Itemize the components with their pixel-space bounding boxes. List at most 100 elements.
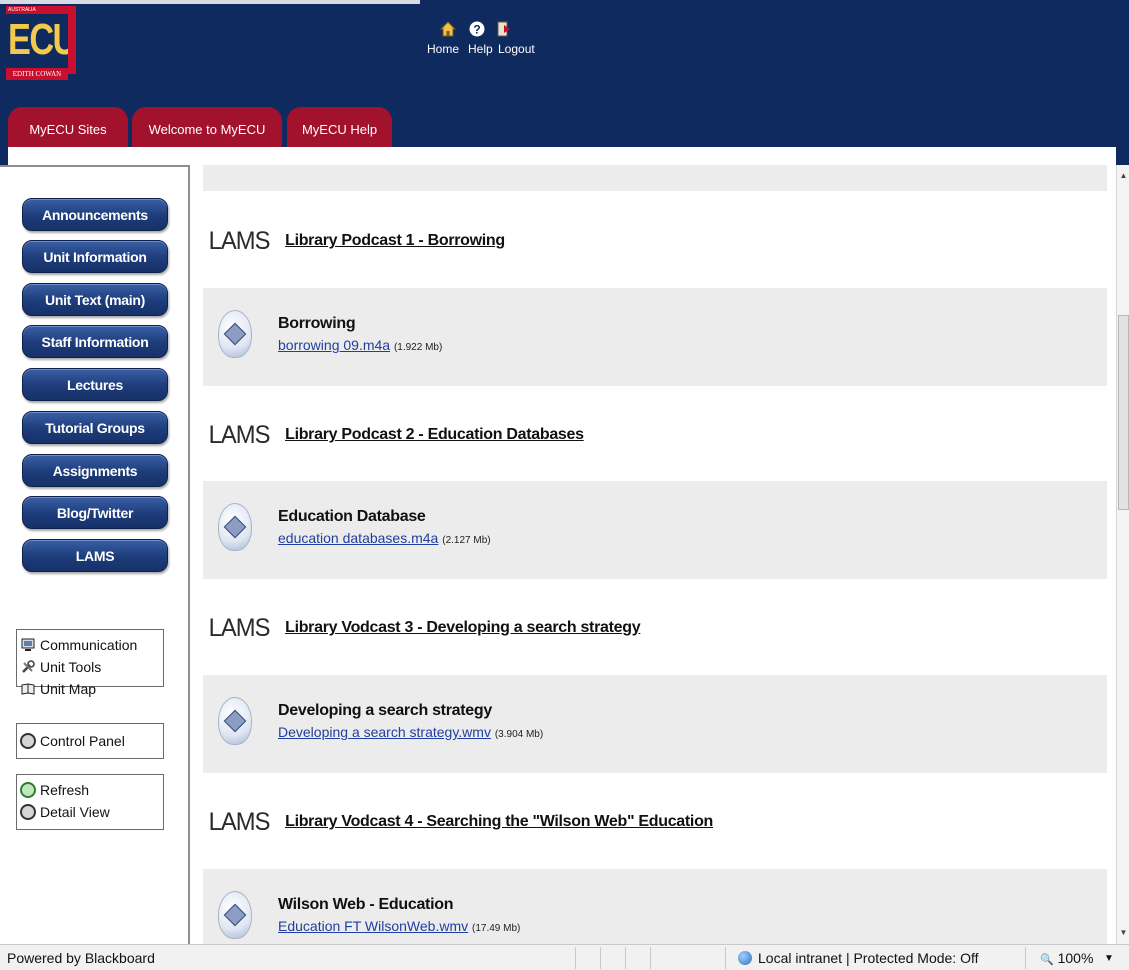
sidebar-button-blog-twitter[interactable]: Blog/Twitter [22, 496, 168, 529]
logout-icon[interactable] [494, 18, 514, 40]
file-size-2: (2.127 Mb) [442, 535, 491, 546]
tool-communication[interactable]: Communication [20, 634, 160, 656]
logo-side-stripe [68, 14, 76, 74]
tool-control-panel-label: Control Panel [40, 733, 125, 749]
tool-control-panel[interactable]: Control Panel [20, 730, 160, 752]
help-link[interactable]: Help [468, 42, 493, 56]
sidebar-button-lams[interactable]: LAMS [22, 539, 168, 572]
logo-top-text: AUSTRALIA [6, 6, 76, 14]
scroll-up-arrow-icon[interactable]: ▲ [1117, 169, 1129, 183]
tab-myecu-sites[interactable]: MyECU Sites [8, 107, 128, 151]
security-zone[interactable]: Local intranet | Protected Mode: Off [738, 950, 979, 966]
tool-unit-tools[interactable]: Unit Tools [20, 656, 160, 678]
lams-link-1[interactable]: Library Podcast 1 - Borrowing [285, 232, 505, 250]
tools-box: Communication Unit Tools Unit Map [16, 629, 164, 697]
file-size-1: (1.922 Mb) [393, 342, 443, 353]
lams-logo: LAMS [208, 613, 271, 642]
content-item-3: Developing a search strategy Developing … [203, 675, 1107, 773]
video-file-icon [218, 891, 252, 939]
sidebar: Announcements Unit Information Unit Text… [0, 165, 190, 944]
status-separator [575, 947, 576, 969]
file-size-3: (3.904 Mb) [494, 729, 544, 740]
tool-refresh[interactable]: Refresh [20, 779, 160, 801]
home-link[interactable]: Home [427, 42, 459, 56]
help-icon[interactable]: ? [467, 18, 487, 40]
file-link-3[interactable]: Developing a search strategy.wmv [278, 724, 491, 740]
lams-row-1: LAMS Library Podcast 1 - Borrowing [207, 221, 506, 261]
browser-status-bar: Powered by Blackboard Local intranet | P… [0, 944, 1129, 970]
detail-view-icon [20, 804, 36, 820]
ecu-logo[interactable]: AUSTRALIA ECU EDITH COWAN [6, 6, 80, 82]
zoom-level: 100% [1057, 950, 1094, 966]
content-item-4: Wilson Web - Education Education FT Wils… [203, 869, 1107, 944]
item-attachment-1: borrowing 09.m4a (1.922 Mb) [278, 337, 442, 353]
tool-communication-label: Communication [40, 637, 138, 653]
tools-icon [20, 659, 36, 675]
map-book-icon [20, 681, 36, 697]
item-title-3: Developing a search strategy [278, 702, 492, 719]
refresh-icon [20, 782, 36, 798]
lams-logo: LAMS [208, 420, 271, 449]
audio-file-icon [218, 503, 252, 551]
sidebar-divider [0, 165, 190, 167]
status-separator [1025, 947, 1026, 969]
status-separator [625, 947, 626, 969]
lams-row-4: LAMS Library Vodcast 4 - Searching the "… [207, 802, 714, 842]
lams-row-3: LAMS Library Vodcast 3 - Developing a se… [207, 608, 641, 648]
tab-bar-baseline [8, 147, 1116, 165]
scrollbar-thumb[interactable] [1118, 315, 1129, 510]
home-icon[interactable] [438, 18, 458, 40]
tool-refresh-label: Refresh [40, 782, 90, 798]
globe-icon [738, 951, 752, 965]
chevron-down-icon[interactable]: ▼ [1104, 953, 1114, 964]
tool-detail-view[interactable]: Detail View [20, 801, 160, 823]
status-separator [600, 947, 601, 969]
tab-welcome-to-myecu[interactable]: Welcome to MyECU [132, 107, 282, 151]
file-link-4[interactable]: Education FT WilsonWeb.wmv [278, 918, 468, 934]
lams-link-4[interactable]: Library Vodcast 4 - Searching the "Wilso… [285, 813, 713, 831]
top-navigation: ? Home Help Logout [427, 14, 577, 64]
content-area: LAMS Library Podcast 1 - Borrowing Borro… [192, 165, 1116, 944]
tab-myecu-help[interactable]: MyECU Help [287, 107, 392, 151]
item-attachment-4: Education FT WilsonWeb.wmv (17.49 Mb) [278, 918, 520, 934]
file-link-2[interactable]: education databases.m4a [278, 530, 438, 546]
status-text: Powered by Blackboard [7, 950, 155, 966]
sidebar-button-assignments[interactable]: Assignments [22, 454, 168, 487]
status-separator [650, 947, 651, 969]
lams-link-3[interactable]: Library Vodcast 3 - Developing a search … [285, 619, 641, 637]
item-attachment-3: Developing a search strategy.wmv (3.904 … [278, 724, 543, 740]
item-attachment-2: education databases.m4a (2.127 Mb) [278, 530, 491, 546]
sidebar-button-unit-information[interactable]: Unit Information [22, 240, 168, 273]
status-separator [725, 947, 726, 969]
content-item-2: Education Database education databases.m… [203, 481, 1107, 579]
communication-icon [20, 637, 36, 653]
video-file-icon [218, 697, 252, 745]
zoom-icon: 🔍 [1040, 954, 1054, 966]
content-top-bar [203, 165, 1107, 191]
content-scrollbar[interactable]: ▲ ▼ [1116, 165, 1129, 944]
scroll-down-arrow-icon[interactable]: ▼ [1117, 926, 1129, 940]
zoom-control[interactable]: 🔍 100% [1040, 950, 1093, 966]
file-size-4: (17.49 Mb) [472, 923, 521, 934]
lams-link-2[interactable]: Library Podcast 2 - Education Databases [285, 426, 584, 444]
content-item-1: Borrowing borrowing 09.m4a (1.922 Mb) [203, 288, 1107, 386]
tool-detail-view-label: Detail View [40, 804, 110, 820]
svg-text:?: ? [473, 23, 480, 37]
sidebar-button-announcements[interactable]: Announcements [22, 198, 168, 231]
logout-link[interactable]: Logout [498, 42, 535, 56]
sidebar-button-unit-text[interactable]: Unit Text (main) [22, 283, 168, 316]
logo-main-text: ECU [8, 15, 77, 64]
file-link-1[interactable]: borrowing 09.m4a [278, 337, 390, 353]
security-zone-label: Local intranet | Protected Mode: Off [758, 950, 979, 966]
item-title-1: Borrowing [278, 315, 356, 332]
sidebar-button-lectures[interactable]: Lectures [22, 368, 168, 401]
control-panel-box: Control Panel [16, 723, 164, 759]
sidebar-button-tutorial-groups[interactable]: Tutorial Groups [22, 411, 168, 444]
lams-logo: LAMS [208, 807, 271, 836]
page-header: AUSTRALIA ECU EDITH COWAN ? Home Help Lo… [0, 0, 1129, 165]
item-title-4: Wilson Web - Education [278, 896, 454, 913]
item-title-2: Education Database [278, 508, 426, 525]
view-options-box: Refresh Detail View [16, 774, 164, 830]
sidebar-button-staff-information[interactable]: Staff Information [22, 325, 168, 358]
tool-unit-map[interactable]: Unit Map [20, 678, 160, 700]
